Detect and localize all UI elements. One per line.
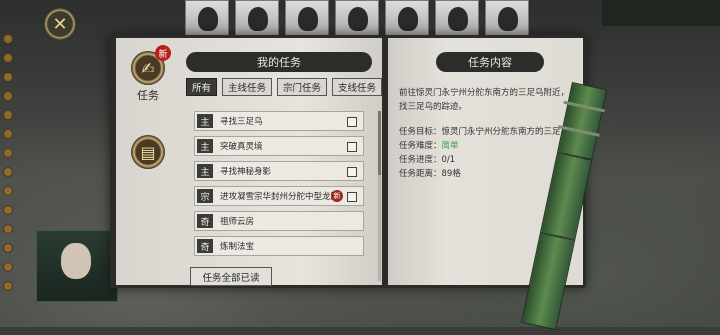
task-checkbox[interactable] [347,167,357,177]
filter-all[interactable]: 所有 [186,78,217,96]
disciple-portrait[interactable] [185,0,229,38]
tab-documents[interactable]: ▤ [128,135,168,169]
filter-sect[interactable]: 宗门任务 [277,78,327,96]
disciple-portrait[interactable] [385,0,429,38]
disciple-portrait[interactable] [235,0,279,38]
difficulty-label: 任务难度： [399,141,442,151]
detail-title: 任务内容 [436,52,544,72]
task-checkbox[interactable] [347,142,357,152]
close-button[interactable]: ✕ [44,8,76,40]
disciple-portrait-bar [185,0,580,40]
left-page: ✍ 新 任务 ▤ 我的任务 所有 主线任务 宗门任务 支线任务 主 寻找三足乌 … [116,38,382,286]
scroll-thumb[interactable] [378,111,381,175]
task-row[interactable]: 宗 进攻凝雪宗华封州分舵中型龙脉 新 [194,186,364,206]
task-checkbox[interactable] [347,192,357,202]
task-name: 祖师云房 [220,217,255,227]
mark-all-read-button[interactable]: 任务全部已读 [190,267,272,286]
difficulty-value: 简单 [441,141,459,151]
character-avatar [61,243,91,279]
task-scrollbar[interactable] [378,111,381,281]
disciple-portrait[interactable] [485,0,529,38]
scroll-quest-icon: ✍ 新 [131,45,171,85]
task-type-tag: 奇 [197,214,213,228]
task-type-tag: 主 [197,139,213,153]
task-difficulty: 任务难度：简单 [399,139,581,153]
paper-stack-icon: ▤ [131,135,165,169]
crossed-swords-icon: ✕ [52,13,68,35]
task-type-tag: 宗 [197,189,213,203]
task-row[interactable]: 主 寻找三足乌 [194,111,364,131]
page-title: 我的任务 [186,52,372,72]
task-type-tag: 奇 [197,239,213,253]
task-name: 进攻凝雪宗华封州分舵中型龙脉 [220,192,340,202]
task-row[interactable]: 奇 祖师云房 [194,211,364,231]
disciple-portrait[interactable] [285,0,329,38]
filter-tabs: 所有 主线任务 宗门任务 支线任务 [186,78,382,96]
task-type-tag: 主 [197,114,213,128]
filter-side[interactable]: 支线任务 [332,78,382,96]
task-name: 寻找神秘身影 [220,167,272,177]
tab-quests[interactable]: ✍ 新 任务 [128,45,171,103]
task-list: 主 寻找三足乌 主 突破真灵境 主 寻找神秘身影 宗 进攻凝雪宗华封州分舵中型龙… [194,111,364,261]
task-name: 寻找三足乌 [220,117,263,127]
new-badge: 新 [155,45,171,61]
task-type-tag: 主 [197,164,213,178]
bead-chain-decoration [3,25,13,315]
task-goal: 任务目标：惊灵门永宁州分舵东南方的三足乌 [399,127,570,137]
task-row[interactable]: 主 寻找神秘身影 [194,161,364,181]
tab-label: 任务 [137,89,159,102]
task-checkbox[interactable] [347,117,357,127]
character-card[interactable] [36,230,118,302]
quest-book: ✍ 新 任务 ▤ 我的任务 所有 主线任务 宗门任务 支线任务 主 寻找三足乌 … [110,35,586,288]
task-description: 前往惊灵门永宁州分舵东南方的三足乌附近，寻找三足乌的踪迹。 [399,88,578,112]
task-name: 突破真灵境 [220,142,263,152]
task-row[interactable]: 奇 炼制法宝 [194,236,364,256]
disciple-portrait[interactable] [435,0,479,38]
new-badge: 新 [331,190,343,202]
task-row[interactable]: 主 突破真灵境 [194,136,364,156]
task-name: 炼制法宝 [220,242,255,252]
filter-main[interactable]: 主线任务 [222,78,272,96]
status-strip [602,0,720,26]
disciple-portrait[interactable] [335,0,379,38]
